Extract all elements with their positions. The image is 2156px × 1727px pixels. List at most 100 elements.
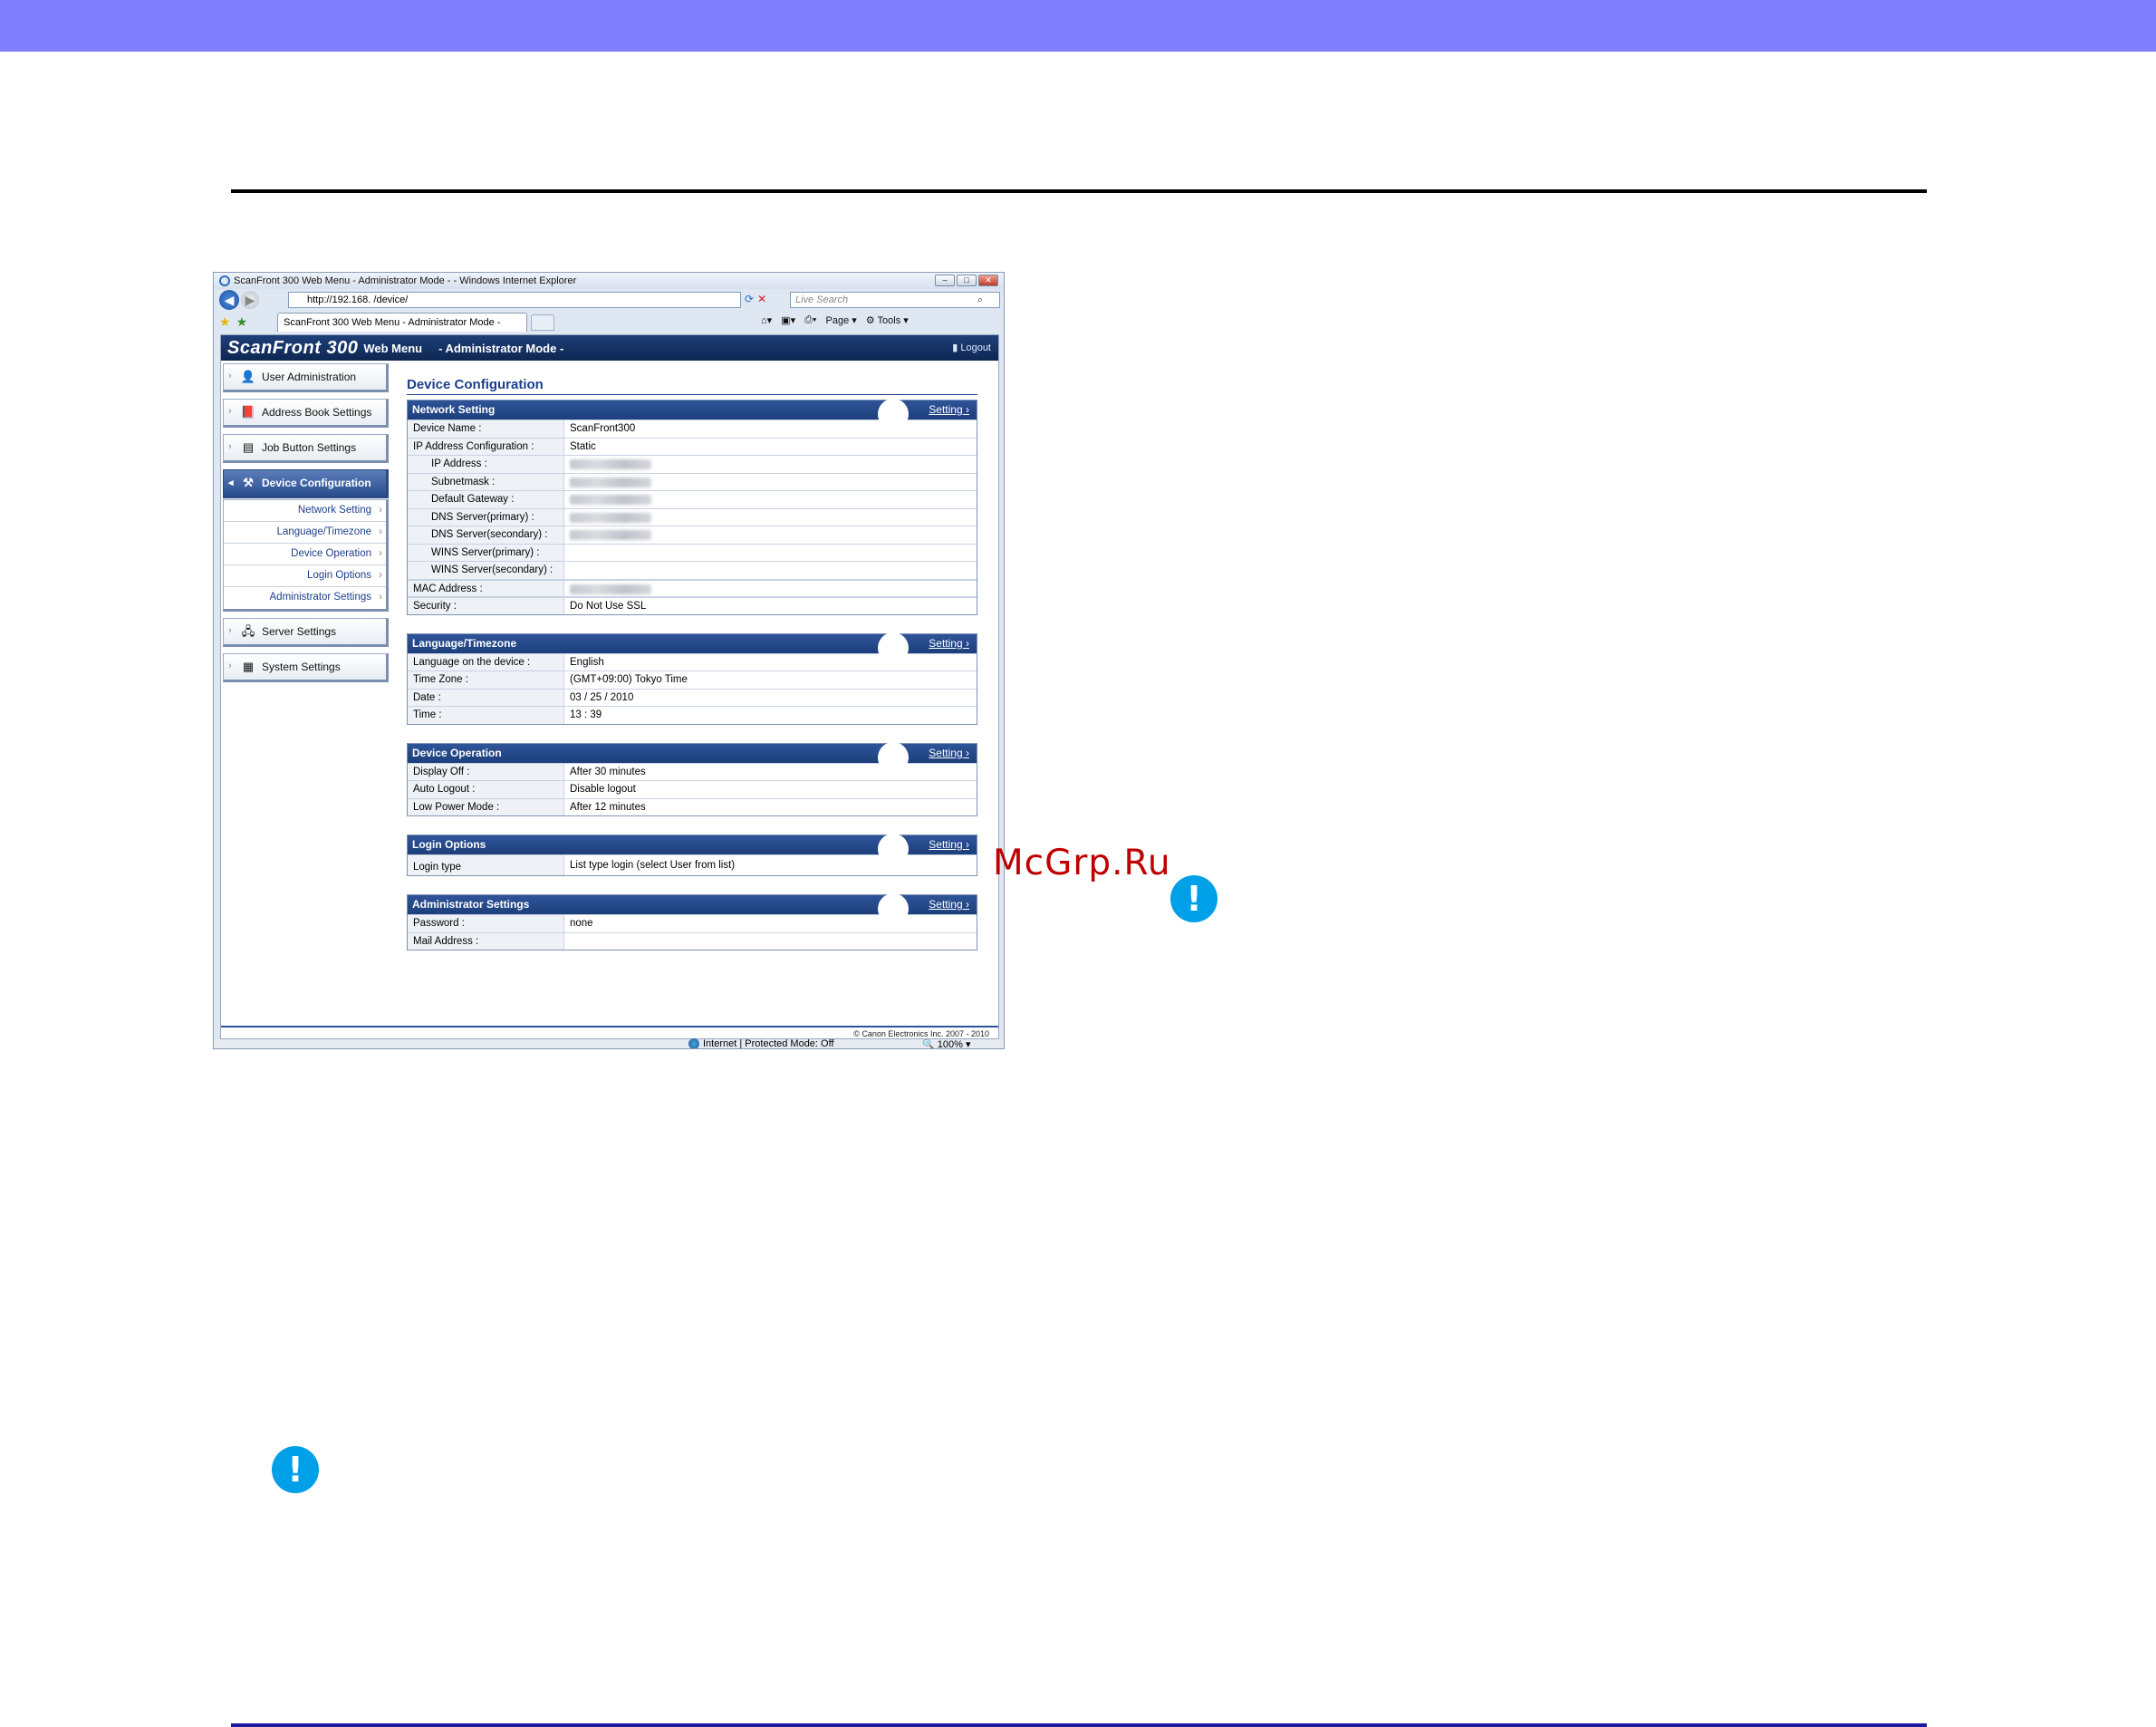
device-config-icon: ⚒ [243, 476, 254, 489]
add-favorites-icon[interactable]: ★ [236, 314, 248, 330]
sidebar-item-device-configuration[interactable]: ⚒ Device Configuration [223, 469, 389, 498]
refresh-icon[interactable]: ⟳ [745, 293, 754, 305]
sidebar-item-job-button[interactable]: ▤ Job Button Settings [223, 434, 389, 463]
table-row: Security : Do Not Use SSL [408, 596, 977, 614]
login-setting-link[interactable]: Setting › [929, 835, 969, 854]
tabs-row: ★ ★ ScanFront 300 Web Menu - Administrat… [214, 311, 1004, 333]
table-row: Date : 03 / 25 / 2010 [408, 688, 977, 706]
section-header: Language/Timezone Setting › [408, 632, 977, 663]
sidebar-item-server-settings[interactable]: 🖧 Server Settings [223, 618, 389, 647]
row-key: WINS Server(primary) : [408, 544, 564, 561]
tools-menu-label: Tools [877, 315, 901, 326]
section-header: Device Operation Setting › [408, 741, 977, 773]
home-icon[interactable]: ⌂▾ [761, 314, 772, 326]
row-value [564, 491, 977, 508]
admin-setting-link[interactable]: Setting › [929, 895, 969, 914]
browser-title: ScanFront 300 Web Menu - Administrator M… [234, 275, 577, 286]
row-value: (GMT+09:00) Tokyo Time [570, 674, 688, 685]
address-bar[interactable]: http://192.168. /device/ [288, 292, 741, 308]
favorites-star-icon[interactable]: ★ [219, 314, 231, 330]
redacted-value [570, 495, 651, 505]
section-header: Network Setting Setting › [408, 399, 977, 429]
top-color-band [0, 0, 2156, 52]
sidebar-item-address-book[interactable]: 📕 Address Book Settings [223, 399, 389, 428]
row-key: Security : [408, 598, 564, 614]
alert-exclamation-icon: ! [272, 1446, 319, 1493]
page-menu[interactable]: Page ▾ [826, 314, 857, 326]
row-key: MAC Address : [408, 580, 564, 596]
row-key: WINS Server(secondary) : [408, 562, 564, 579]
language-timezone-section: Language/Timezone Setting › Language on … [407, 632, 977, 725]
login-options-section: Login Options Setting › Login type List t… [407, 834, 977, 876]
row-key: Low Power Mode : [408, 798, 564, 815]
setting-link-label: Setting [929, 746, 963, 759]
app-mode: - Administrator Mode - [438, 341, 564, 355]
search-placeholder: Live Search [795, 294, 849, 305]
row-key: IP Address Configuration : [408, 438, 564, 455]
forward-button[interactable]: ▶ [241, 291, 259, 309]
new-tab-button[interactable] [531, 314, 554, 331]
submenu-language-timezone[interactable]: Language/Timezone [224, 522, 386, 544]
app-header: ScanFront 300 Web Menu - Administrator M… [221, 335, 998, 361]
setting-link-label: Setting [929, 636, 963, 650]
browser-tab[interactable]: ScanFront 300 Web Menu - Administrator M… [277, 313, 527, 332]
back-button[interactable]: ◀ [219, 290, 239, 310]
sidebar-item-label: Address Book Settings [262, 406, 372, 419]
submenu-device-operation[interactable]: Device Operation [224, 544, 386, 565]
table-row: DNS Server(secondary) : [408, 526, 977, 544]
row-key: Default Gateway : [408, 491, 564, 508]
maximize-button[interactable]: □ [957, 275, 977, 286]
sidebar-item-user-administration[interactable]: 👤 User Administration [223, 363, 389, 392]
redacted-value [570, 584, 651, 594]
print-icon[interactable]: ⎙▾ [804, 314, 816, 326]
table-row: Mail Address : [408, 931, 977, 950]
page-footer: © Canon Electronics Inc. 2007 - 2010 [221, 1026, 998, 1040]
submenu-login-options[interactable]: Login Options [224, 565, 386, 587]
zoom-control[interactable]: 🔍 100% ▾ [922, 1038, 970, 1048]
status-zone: Internet | Protected Mode: Off [688, 1038, 834, 1048]
table-row: WINS Server(secondary) : [408, 561, 977, 579]
footer-rule [231, 1723, 1927, 1727]
browser-titlebar: ScanFront 300 Web Menu - Administrator M… [214, 273, 1004, 289]
section-title: Device Operation [412, 746, 502, 759]
row-value: none [570, 918, 593, 929]
network-setting-link[interactable]: Setting › [929, 400, 969, 420]
operation-setting-link[interactable]: Setting › [929, 744, 969, 763]
sidebar-item-label: Device Configuration [262, 477, 371, 489]
tools-menu[interactable]: ⚙ Tools ▾ [866, 314, 909, 326]
redacted-value [570, 477, 651, 487]
close-button[interactable]: ✕ [978, 275, 998, 286]
main-content: Device Configuration Network Setting Set… [407, 377, 977, 969]
address-buttons: ⟳ ✕ [745, 293, 766, 305]
row-value: Static [570, 440, 596, 452]
administrator-settings-section: Administrator Settings Setting › Passwor… [407, 893, 977, 950]
row-value [564, 545, 977, 562]
table-row: DNS Server(primary) : [408, 507, 977, 526]
table-row: MAC Address : [408, 578, 977, 596]
table-row: IP Address : [408, 455, 977, 473]
device-config-submenu: Network Setting Language/Timezone Device… [223, 499, 389, 612]
row-key: Login type [408, 855, 564, 875]
section-title: Language/Timezone [412, 636, 517, 650]
search-icon[interactable]: ⌕ [977, 293, 983, 307]
sidebar-item-label: System Settings [262, 661, 341, 673]
ie-logo-icon [219, 275, 230, 286]
row-value: 13 : 39 [570, 709, 602, 720]
sidebar-item-system-settings[interactable]: ▦ System Settings [223, 653, 389, 682]
stop-icon[interactable]: ✕ [757, 293, 766, 305]
row-value [564, 562, 977, 579]
redacted-value [570, 459, 651, 469]
search-input[interactable]: Live Search ⌕ [790, 292, 1000, 308]
submenu-administrator-settings[interactable]: Administrator Settings [224, 587, 386, 609]
logout-link[interactable]: ▮ Logout [952, 342, 991, 353]
language-setting-link[interactable]: Setting › [929, 634, 969, 653]
feeds-icon[interactable]: ▣▾ [781, 314, 795, 326]
submenu-network-setting[interactable]: Network Setting [224, 500, 386, 522]
callout-circle [878, 399, 909, 429]
section-header: Login Options Setting › [408, 834, 977, 864]
page-menu-label: Page [825, 315, 850, 326]
row-key: Password : [408, 915, 564, 932]
row-key: Mail Address : [408, 932, 564, 950]
minimize-button[interactable]: – [935, 275, 955, 286]
app-logo-sub: Web Menu [363, 341, 423, 355]
